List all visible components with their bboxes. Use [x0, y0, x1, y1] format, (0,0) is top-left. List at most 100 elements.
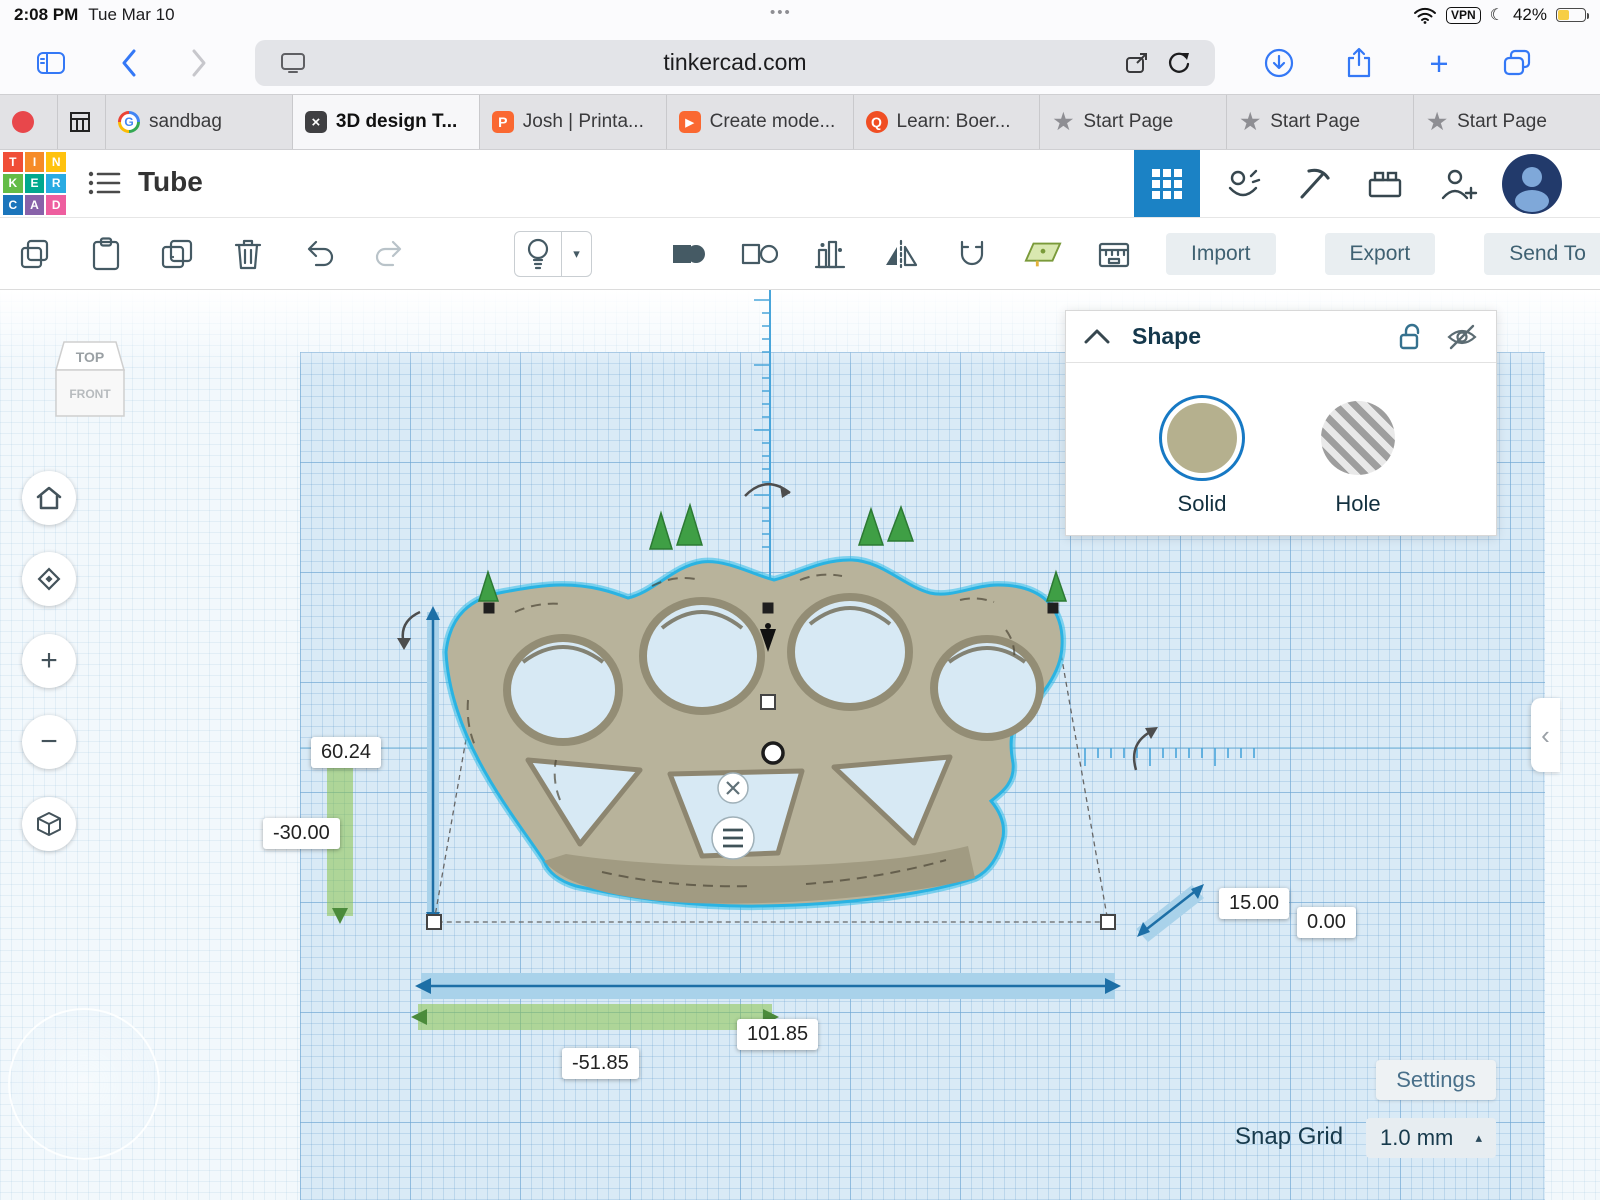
shape-panel-title: Shape: [1132, 323, 1201, 350]
redo-icon[interactable]: [371, 235, 409, 273]
tab-start-page-3[interactable]: ★ Start Page: [1414, 95, 1600, 149]
dim-height[interactable]: 15.00: [1219, 888, 1289, 919]
tabs-overview-icon[interactable]: [1498, 44, 1536, 82]
magnet-icon[interactable]: [953, 235, 991, 273]
refresh-icon[interactable]: [1167, 51, 1191, 80]
group-icon[interactable]: [669, 235, 707, 273]
tab-learn[interactable]: Q Learn: Boer...: [854, 95, 1041, 149]
shape-panel-body: Solid Hole: [1066, 363, 1496, 535]
play-favicon: ▶: [679, 111, 701, 133]
hole-swatch[interactable]: [1321, 401, 1395, 475]
hole-option[interactable]: Hole: [1315, 395, 1401, 517]
back-button[interactable]: [110, 44, 148, 82]
tab-create-mode[interactable]: ▶ Create mode...: [667, 95, 854, 149]
downloads-icon[interactable]: [1260, 44, 1298, 82]
tab-3d-design[interactable]: × 3D design T...: [293, 95, 480, 149]
learn-favicon: Q: [866, 111, 888, 133]
tab-favicon: [12, 111, 34, 133]
hide-eye-icon[interactable]: [1446, 324, 1478, 350]
tab-start-page-1[interactable]: ★ Start Page: [1040, 95, 1227, 149]
wifi-icon: [1413, 7, 1437, 24]
printables-favicon: P: [492, 111, 514, 133]
workplane-icon[interactable]: [1024, 235, 1062, 273]
paste-icon[interactable]: [87, 235, 125, 273]
solid-label: Solid: [1178, 491, 1227, 517]
scale-handle-top-mid[interactable]: [763, 603, 774, 614]
solid-swatch[interactable]: [1159, 395, 1245, 481]
collapse-chevron-icon[interactable]: [1084, 329, 1110, 344]
tinkercad-logo[interactable]: T I N K E R C A D: [3, 152, 66, 215]
dim-depth[interactable]: 60.24: [311, 737, 381, 768]
scale-handle-top-right[interactable]: [1048, 603, 1059, 614]
battery-percent: 42%: [1513, 5, 1547, 25]
viewcube-top-label[interactable]: TOP: [76, 349, 105, 365]
tab-stub-2[interactable]: [58, 95, 106, 149]
perspective-toggle-button[interactable]: [22, 797, 76, 851]
import-button[interactable]: Import: [1166, 233, 1276, 275]
solid-option[interactable]: Solid: [1159, 395, 1245, 517]
minecraft-blocks-icon[interactable]: [1280, 150, 1346, 217]
show-all-bulb-icon[interactable]: [515, 235, 561, 273]
sim-lab-icon[interactable]: [1210, 150, 1276, 217]
align-icon[interactable]: [811, 235, 849, 273]
mirror-icon[interactable]: [882, 235, 920, 273]
show-all-dropdown-caret[interactable]: ▾: [561, 232, 591, 276]
home-view-button[interactable]: [22, 471, 76, 525]
fit-view-button[interactable]: [22, 552, 76, 606]
snap-grid-select[interactable]: 1.0 mm ▴: [1366, 1118, 1496, 1158]
delete-icon[interactable]: [229, 235, 267, 273]
design-menu-icon[interactable]: [86, 168, 122, 200]
viewcube-front-label[interactable]: FRONT: [69, 387, 111, 401]
send-to-button[interactable]: Send To: [1484, 233, 1600, 275]
scale-handle-bottom-left[interactable]: [427, 915, 441, 929]
copy-icon[interactable]: [16, 235, 54, 273]
dim-width[interactable]: 101.85: [737, 1019, 818, 1050]
right-panel-handle[interactable]: ‹: [1531, 698, 1560, 772]
new-tab-button[interactable]: +: [1420, 44, 1458, 82]
model-brass-knuckles[interactable]: [446, 505, 1066, 906]
dim-x-position[interactable]: -51.85: [562, 1048, 639, 1079]
unlock-icon[interactable]: [1398, 323, 1424, 351]
ruler-icon[interactable]: [1095, 235, 1133, 273]
share-icon[interactable]: [1340, 44, 1378, 82]
sidebar-toggle-icon[interactable]: [32, 44, 70, 82]
tab-josh-printables[interactable]: P Josh | Printa...: [480, 95, 667, 149]
address-bar[interactable]: tinkercad.com: [255, 40, 1215, 86]
3d-viewport[interactable]: TOP FRONT + − Shape: [0, 290, 1600, 1200]
tab-start-page-2[interactable]: ★ Start Page: [1227, 95, 1414, 149]
multitasking-dots-icon[interactable]: •••: [770, 4, 792, 21]
tab-stub-1[interactable]: [0, 95, 58, 149]
navigation-joystick[interactable]: [8, 1008, 160, 1160]
export-button[interactable]: Export: [1325, 233, 1436, 275]
settings-button[interactable]: Settings: [1376, 1060, 1496, 1100]
front-handle-ring[interactable]: [763, 743, 783, 763]
grid-favicon: [70, 112, 90, 132]
close-tab-icon[interactable]: ×: [305, 111, 327, 133]
scale-handle-center[interactable]: [761, 695, 775, 709]
grid-view-icon[interactable]: [1134, 150, 1200, 217]
tab-sandbag[interactable]: G sandbag: [106, 95, 293, 149]
zoom-in-button[interactable]: +: [22, 634, 76, 688]
clock: 2:08 PM: [14, 5, 78, 25]
lego-bricks-icon[interactable]: [1352, 150, 1418, 217]
dimension-width-band: [415, 973, 1121, 999]
dim-y-position[interactable]: -30.00: [263, 818, 340, 849]
vpn-badge: VPN: [1446, 7, 1481, 24]
scale-handle-top-left[interactable]: [484, 603, 495, 614]
shape-panel-header: Shape: [1066, 311, 1496, 363]
page-menu-icon[interactable]: [1125, 51, 1149, 80]
undo-icon[interactable]: [300, 235, 338, 273]
height-handle-dot: [765, 623, 771, 629]
view-cube[interactable]: TOP FRONT: [44, 320, 136, 424]
user-avatar[interactable]: [1502, 154, 1562, 214]
dim-z-position[interactable]: 0.00: [1297, 907, 1356, 938]
add-collaborator-icon[interactable]: [1426, 150, 1492, 217]
design-title[interactable]: Tube: [138, 166, 203, 198]
forward-button[interactable]: [180, 44, 218, 82]
status-right: VPN ☾ 42%: [1413, 5, 1586, 25]
safari-tab-bar: G sandbag × 3D design T... P Josh | Prin…: [0, 94, 1600, 150]
duplicate-icon[interactable]: [158, 235, 196, 273]
scale-handle-bottom-right[interactable]: [1101, 915, 1115, 929]
ungroup-icon[interactable]: [740, 235, 778, 273]
zoom-out-button[interactable]: −: [22, 715, 76, 769]
